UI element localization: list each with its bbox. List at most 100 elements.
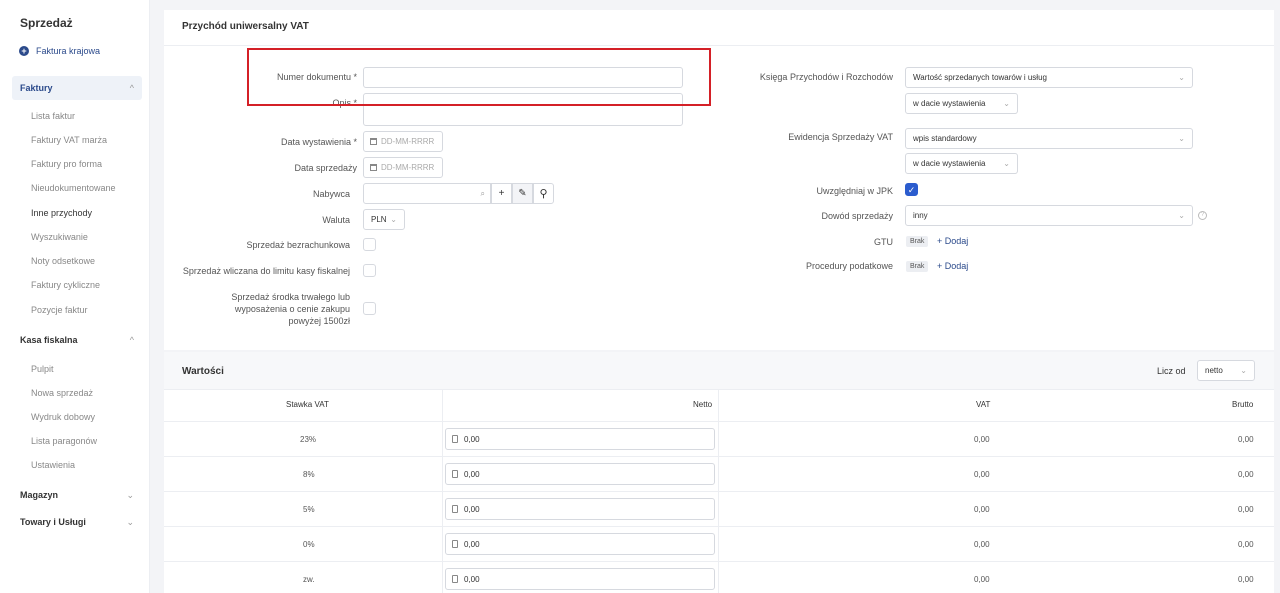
dowod-value: inny — [913, 211, 928, 220]
section-label: Towary i Usługi — [20, 517, 86, 527]
sidebar-item-lista-faktur[interactable]: Lista faktur — [31, 111, 75, 121]
procedury-badge: Brak — [906, 261, 929, 272]
rate-cell: 5% — [303, 505, 315, 514]
gtu-label: GTU — [874, 237, 893, 247]
sidebar-item-wydruk-dobowy[interactable]: Wydruk dobowy — [31, 412, 95, 422]
sidebar-section-faktury[interactable]: Faktury ^ — [12, 76, 142, 100]
calculator-icon — [452, 505, 458, 513]
sidebar-item-inne-przychody[interactable]: Inne przychody — [31, 208, 92, 218]
section-label: Kasa fiskalna — [20, 335, 78, 345]
search-buyer-button[interactable]: ⚲ — [533, 183, 554, 204]
section-label: Magazyn — [20, 490, 59, 500]
search-icon: ⚲ — [539, 188, 548, 200]
table-row: 0% 0,00 0,00 0,00 — [164, 527, 1274, 562]
srodek-trwaly-label: Sprzedaż środka trwałego lub wyposażenia… — [231, 292, 350, 326]
brutto-cell: 0,00 — [1238, 505, 1254, 514]
netto-input[interactable]: 0,00 — [445, 533, 715, 555]
vat-cell: 0,00 — [974, 575, 990, 584]
netto-input[interactable]: 0,00 — [445, 463, 715, 485]
sidebar-item-faktury-vat-marza[interactable]: Faktury VAT marża — [31, 135, 107, 145]
values-panel: Wartości Licz od netto ⌄ Stawka VAT Nett… — [164, 352, 1274, 593]
netto-value: 0,00 — [464, 574, 480, 584]
help-icon[interactable]: ? — [1198, 211, 1207, 220]
netto-input[interactable]: 0,00 — [445, 428, 715, 450]
rate-cell: 0% — [303, 540, 315, 549]
brutto-cell: 0,00 — [1238, 540, 1254, 549]
bezrachunkowa-label: Sprzedaż bezrachunkowa — [246, 240, 350, 250]
sidebar-item-ustawienia[interactable]: Ustawienia — [31, 460, 75, 470]
ewidencja-date-select[interactable]: w dacie wystawienia ⌄ — [905, 153, 1018, 174]
netto-input[interactable]: 0,00 — [445, 498, 715, 520]
check-icon: ✓ — [907, 185, 916, 195]
sidebar-item-nowa-sprzedaz[interactable]: Nowa sprzedaż — [31, 388, 93, 398]
col-stawka-vat: Stawka VAT — [286, 400, 329, 409]
data-wystawienia-label: Data wystawienia * — [280, 137, 357, 147]
chevron-down-icon: ⌄ — [126, 516, 134, 527]
new-invoice-link[interactable]: + Faktura krajowa — [19, 46, 100, 56]
sidebar: Sprzedaż + Faktura krajowa Faktury ^ Lis… — [0, 0, 150, 593]
add-buyer-button[interactable]: + — [491, 183, 512, 204]
ksiega-date-select[interactable]: w dacie wystawienia ⌄ — [905, 93, 1018, 114]
waluta-value: PLN — [371, 215, 387, 224]
sidebar-item-nieudokumentowane[interactable]: Nieudokumentowane — [31, 183, 116, 193]
sidebar-item-pozycje-faktur[interactable]: Pozycje faktur — [31, 305, 88, 315]
chevron-up-icon: ^ — [129, 335, 134, 345]
limit-kasy-label: Sprzedaż wliczana do limitu kasy fiskaln… — [182, 266, 350, 276]
sidebar-section-magazyn[interactable]: Magazyn ⌄ — [12, 483, 142, 507]
sidebar-item-pulpit[interactable]: Pulpit — [31, 364, 54, 374]
values-header: Wartości Licz od netto ⌄ — [164, 352, 1274, 390]
chevron-down-icon: ⌄ — [1003, 99, 1010, 108]
chevron-down-icon: ⌄ — [390, 215, 397, 224]
dowod-select[interactable]: inny ⌄ — [905, 205, 1193, 226]
sidebar-section-kasa-fiskalna[interactable]: Kasa fiskalna ^ — [12, 328, 142, 352]
table-row: 5% 0,00 0,00 0,00 — [164, 492, 1274, 527]
limit-kasy-checkbox[interactable] — [363, 264, 376, 277]
jpk-checkbox[interactable]: ✓ — [905, 183, 918, 196]
sidebar-item-wyszukiwanie[interactable]: Wyszukiwanie — [31, 232, 88, 242]
vat-cell: 0,00 — [974, 435, 990, 444]
netto-value: 0,00 — [464, 434, 480, 444]
sidebar-item-lista-paragonow[interactable]: Lista paragonów — [31, 436, 97, 446]
sidebar-item-noty-odsetkowe[interactable]: Noty odsetkowe — [31, 256, 95, 266]
rate-cell: zw. — [303, 575, 315, 584]
licz-od-label: Licz od — [1157, 366, 1186, 376]
brutto-cell: 0,00 — [1238, 435, 1254, 444]
sidebar-item-faktury-cykliczne[interactable]: Faktury cykliczne — [31, 280, 100, 290]
ewidencja-select[interactable]: wpis standardowy ⌄ — [905, 128, 1193, 149]
vat-cell: 0,00 — [974, 470, 990, 479]
nabywca-input[interactable]: ⌕ — [363, 183, 491, 204]
calculator-icon — [452, 540, 458, 548]
col-brutto: Brutto — [1232, 400, 1254, 409]
srodek-trwaly-checkbox[interactable] — [363, 302, 376, 315]
licz-od-select[interactable]: netto ⌄ — [1197, 360, 1255, 381]
bezrachunkowa-checkbox[interactable] — [363, 238, 376, 251]
chevron-down-icon: ⌄ — [1178, 211, 1185, 220]
procedury-add-link[interactable]: + Dodaj — [937, 261, 968, 271]
waluta-select[interactable]: PLN ⌄ — [363, 209, 405, 230]
calendar-icon — [370, 164, 377, 171]
table-row: 23% 0,00 0,00 0,00 — [164, 422, 1274, 457]
vat-cell: 0,00 — [974, 505, 990, 514]
values-title: Wartości — [182, 366, 224, 377]
plus-circle-icon: + — [19, 46, 29, 56]
ewidencja-label: Ewidencja Sprzedaży VAT — [788, 132, 893, 142]
gtu-badge: Brak — [906, 236, 929, 247]
gtu-add-link[interactable]: + Dodaj — [937, 236, 968, 246]
netto-input[interactable]: 0,00 — [445, 568, 715, 590]
sidebar-section-towary-uslugi[interactable]: Towary i Usługi ⌄ — [12, 510, 142, 534]
calculator-icon — [452, 470, 458, 478]
ewidencja-value: wpis standardowy — [913, 134, 977, 143]
nabywca-label: Nabywca — [312, 189, 350, 199]
col-vat: VAT — [976, 400, 991, 409]
table-row: zw. 0,00 0,00 0,00 — [164, 562, 1274, 593]
waluta-label: Waluta — [322, 215, 350, 225]
vat-cell: 0,00 — [974, 540, 990, 549]
chevron-down-icon: ⌄ — [1178, 134, 1185, 143]
data-wystawienia-input[interactable]: DD-MM-RRRR — [363, 131, 443, 152]
sidebar-item-faktury-pro-forma[interactable]: Faktury pro forma — [31, 159, 102, 169]
edit-buyer-button[interactable]: ✎ — [512, 183, 533, 204]
search-icon: ⌕ — [480, 189, 485, 198]
data-sprzedazy-input[interactable]: DD-MM-RRRR — [363, 157, 443, 178]
licz-od-value: netto — [1205, 366, 1223, 375]
ksiega-select[interactable]: Wartość sprzedanych towarów i usług ⌄ — [905, 67, 1193, 88]
